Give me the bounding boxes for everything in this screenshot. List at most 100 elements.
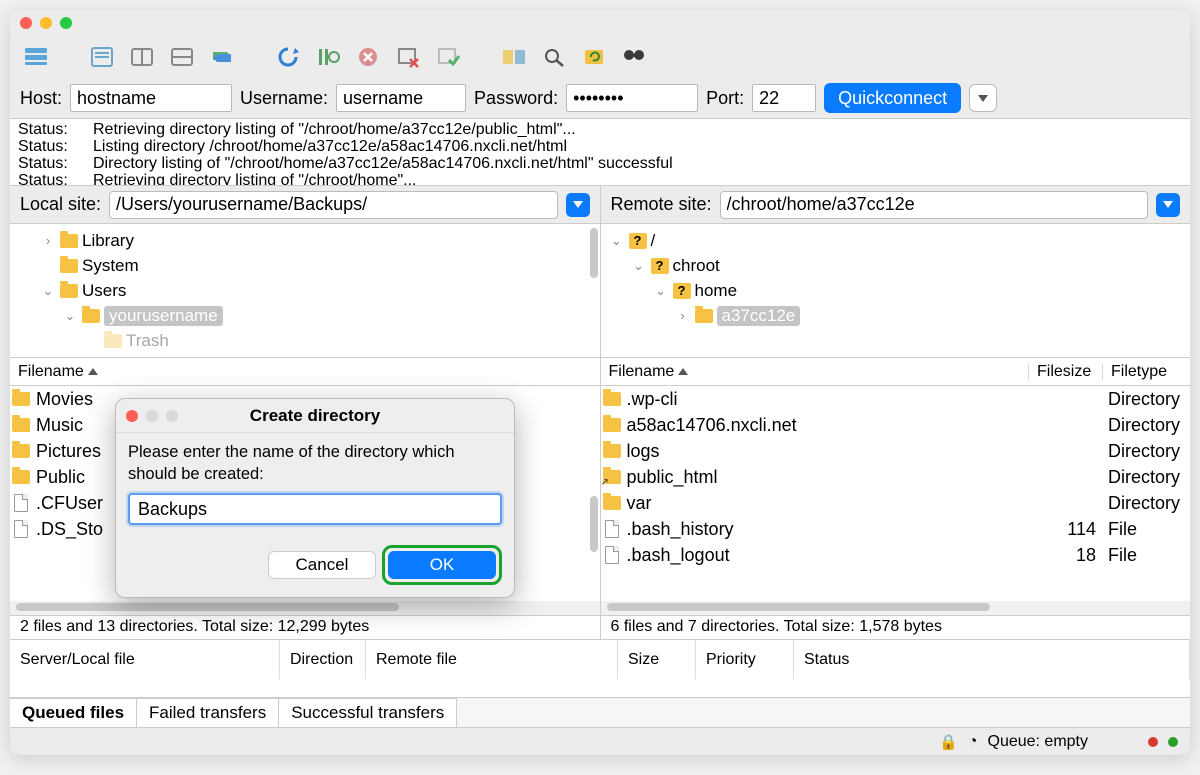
dialog-prompt: Please enter the name of the directory w… xyxy=(128,441,502,485)
list-item[interactable]: .wp-cliDirectory xyxy=(601,386,1191,412)
titlebar xyxy=(10,10,1190,36)
window-controls xyxy=(20,17,72,29)
scrollbar[interactable] xyxy=(590,228,598,278)
password-input[interactable] xyxy=(566,84,698,112)
activity-indicator-icon xyxy=(1168,737,1178,747)
tree-item-selected[interactable]: a37cc12e xyxy=(717,306,801,326)
local-tree[interactable]: ›Library System ⌄Users ⌄yourusername Tra… xyxy=(10,224,600,357)
col-priority[interactable]: Priority xyxy=(696,640,794,679)
log-text: Directory listing of "/chroot/home/a37cc… xyxy=(93,155,673,172)
sort-asc-icon xyxy=(88,368,98,375)
transfer-queue-header: Server/Local file Direction Remote file … xyxy=(10,639,1190,679)
quickconnect-button[interactable]: Quickconnect xyxy=(824,83,961,113)
list-item[interactable]: public_htmlDirectory xyxy=(601,464,1191,490)
col-filename[interactable]: Filename xyxy=(609,363,675,381)
tree-item[interactable]: chroot xyxy=(673,256,720,276)
file-icon xyxy=(14,494,28,512)
col-server-local[interactable]: Server/Local file xyxy=(10,640,280,679)
local-site-dropdown[interactable] xyxy=(566,193,590,217)
local-site-bar: Local site: xyxy=(10,186,600,224)
host-input[interactable] xyxy=(70,84,232,112)
col-filename[interactable]: Filename xyxy=(18,363,84,381)
remote-site-input[interactable] xyxy=(720,191,1148,219)
speed-limit-icon[interactable]: ◔ xyxy=(968,733,978,751)
tab-success[interactable]: Successful transfers xyxy=(279,698,457,727)
toggle-local-tree-button[interactable] xyxy=(126,42,158,72)
tree-item[interactable]: Library xyxy=(82,231,134,251)
host-label: Host: xyxy=(20,88,62,109)
unknown-folder-icon: ? xyxy=(629,233,647,249)
folder-icon xyxy=(12,444,30,458)
folder-icon xyxy=(82,309,100,323)
cancel-button[interactable]: Cancel xyxy=(268,551,376,579)
ok-button[interactable]: OK xyxy=(388,551,496,579)
disconnect-button[interactable] xyxy=(392,42,424,72)
sync-browse-button[interactable] xyxy=(578,42,610,72)
col-remote-file[interactable]: Remote file xyxy=(366,640,618,679)
list-item[interactable]: .bash_history114File xyxy=(601,516,1191,542)
list-item[interactable]: logsDirectory xyxy=(601,438,1191,464)
close-icon[interactable] xyxy=(20,17,32,29)
activity-indicator-icon xyxy=(1148,737,1158,747)
toggle-remote-tree-button[interactable] xyxy=(166,42,198,72)
folder-icon xyxy=(104,334,122,348)
remote-file-list[interactable]: .wp-cliDirectory a58ac14706.nxcli.netDir… xyxy=(601,386,1191,601)
reconnect-button[interactable] xyxy=(432,42,464,72)
remote-tree[interactable]: ⌄?/ ⌄?chroot ⌄?home ›a37cc12e xyxy=(600,224,1191,357)
refresh-button[interactable] xyxy=(272,42,304,72)
cancel-button-toolbar[interactable] xyxy=(352,42,384,72)
site-path-bar: Local site: Remote site: xyxy=(10,186,1190,224)
col-size[interactable]: Size xyxy=(618,640,696,679)
folder-icon xyxy=(603,496,621,510)
tree-item[interactable]: System xyxy=(82,256,139,276)
local-site-label: Local site: xyxy=(20,194,101,215)
list-item[interactable]: varDirectory xyxy=(601,490,1191,516)
log-text: Retrieving directory listing of "/chroot… xyxy=(93,172,417,186)
log-text: Listing directory /chroot/home/a37cc12e/… xyxy=(93,138,567,155)
tree-item[interactable]: / xyxy=(651,231,656,251)
scrollbar[interactable] xyxy=(590,496,598,552)
queue-status: Queue: empty xyxy=(988,733,1089,751)
site-manager-button[interactable] xyxy=(20,42,52,72)
list-item[interactable]: .bash_logout18File xyxy=(601,542,1191,568)
folder-icon xyxy=(60,259,78,273)
compare-button[interactable] xyxy=(498,42,530,72)
tree-item[interactable]: Trash xyxy=(126,331,169,351)
toggle-queue-button[interactable] xyxy=(206,42,238,72)
remote-status: 6 files and 7 directories. Total size: 1… xyxy=(601,615,1191,639)
port-label: Port: xyxy=(706,88,744,109)
port-input[interactable] xyxy=(752,84,816,112)
col-status[interactable]: Status xyxy=(794,640,1190,679)
tree-item[interactable]: home xyxy=(695,281,738,301)
remote-site-dropdown[interactable] xyxy=(1156,193,1180,217)
queue-tabs: Queued files Failed transfers Successful… xyxy=(10,697,1190,727)
minimize-icon[interactable] xyxy=(40,17,52,29)
unknown-folder-icon: ? xyxy=(651,258,669,274)
username-input[interactable] xyxy=(336,84,466,112)
filter-button[interactable] xyxy=(618,42,650,72)
process-queue-button[interactable] xyxy=(312,42,344,72)
remote-file-header[interactable]: Filename Filesize Filetype xyxy=(601,358,1191,386)
tree-item-selected[interactable]: yourusername xyxy=(104,306,223,326)
h-scrollbar[interactable] xyxy=(10,601,600,615)
local-site-input[interactable] xyxy=(109,191,557,219)
tab-failed[interactable]: Failed transfers xyxy=(137,698,279,727)
h-scrollbar[interactable] xyxy=(601,601,1191,615)
col-direction[interactable]: Direction xyxy=(280,640,366,679)
directory-trees: ›Library System ⌄Users ⌄yourusername Tra… xyxy=(10,224,1190,358)
search-button[interactable] xyxy=(538,42,570,72)
col-filetype[interactable]: Filetype xyxy=(1102,363,1190,381)
folder-icon xyxy=(12,392,30,406)
tree-item[interactable]: Users xyxy=(82,281,126,301)
col-filesize[interactable]: Filesize xyxy=(1028,363,1102,381)
directory-name-input[interactable] xyxy=(128,493,502,525)
local-file-header[interactable]: Filename xyxy=(10,358,600,386)
quickconnect-history-button[interactable] xyxy=(969,84,997,112)
lock-icon[interactable]: 🔒 xyxy=(939,733,958,751)
remote-site-bar: Remote site: xyxy=(600,186,1191,224)
list-item[interactable]: a58ac14706.nxcli.netDirectory xyxy=(601,412,1191,438)
toggle-log-button[interactable] xyxy=(86,42,118,72)
message-log[interactable]: Status:Retrieving directory listing of "… xyxy=(10,118,1190,186)
zoom-icon[interactable] xyxy=(60,17,72,29)
tab-queued[interactable]: Queued files xyxy=(10,698,137,727)
